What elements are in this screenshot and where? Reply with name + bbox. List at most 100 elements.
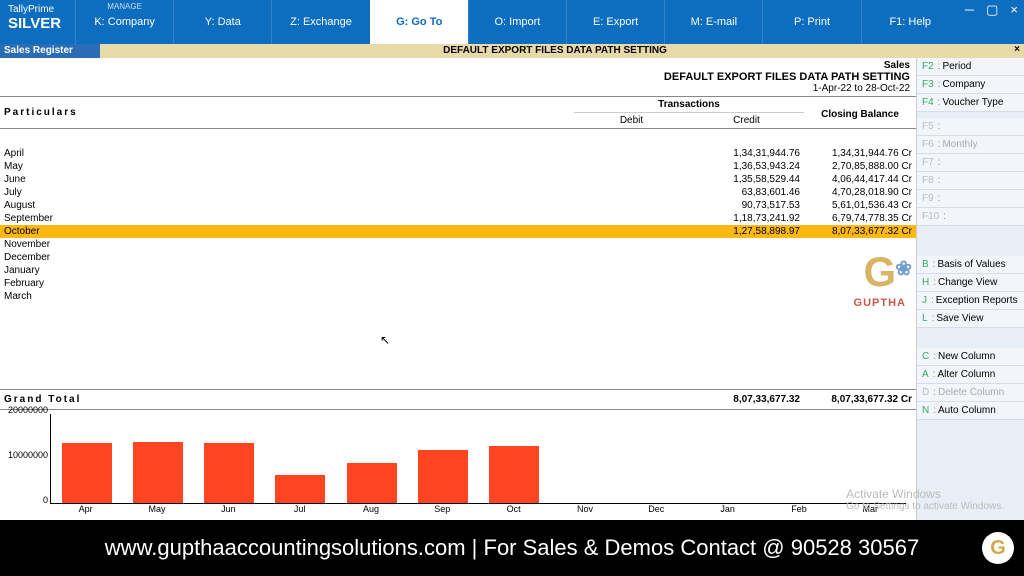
balance-cell: 1,34,31,944.76 Cr (804, 148, 916, 159)
sidebar-label: Voucher Type (942, 97, 1003, 108)
sidebar-label: Alter Column (937, 369, 995, 380)
sidebar-label: Company (942, 79, 985, 90)
chart-xlabels: AprMayJunJulAugSepOctNovDecJanFebMar (50, 504, 906, 514)
credit-cell: 63,83,601.46 (689, 187, 804, 198)
spacer: ↖ (0, 303, 916, 389)
month-cell: January (0, 265, 689, 276)
sidebar-label: Exception Reports (936, 295, 1018, 306)
menu-import[interactable]: O: Import (468, 0, 566, 44)
close-report-icon[interactable]: × (1010, 44, 1024, 58)
credit-cell: 1,34,31,944.76 (689, 148, 804, 159)
sidebar-button[interactable]: F4:Voucher Type (917, 94, 1024, 112)
sidebar-button: F6:Monthly (917, 136, 1024, 154)
table-row[interactable]: May1,36,53,943.242,70,85,888.00 Cr (0, 160, 916, 173)
sidebar-label: Delete Column (938, 387, 1004, 398)
menu-goto[interactable]: G: Go To (370, 0, 468, 44)
sidebar-button[interactable]: B:Basis of Values (917, 256, 1024, 274)
x-tick: Feb (763, 504, 834, 514)
menu-help[interactable]: F1: Help (861, 0, 959, 44)
sub-header: Sales Register DEFAULT EXPORT FILES DATA… (0, 44, 1024, 58)
sidebar-button[interactable]: N:Auto Column (917, 402, 1024, 420)
bar (204, 443, 254, 503)
bar (133, 442, 183, 503)
sidebar-button[interactable]: H:Change View (917, 274, 1024, 292)
credit-cell: 1,35,58,529.44 (689, 174, 804, 185)
grand-total-row: Grand Total 8,07,33,677.32 8,07,33,677.3… (0, 389, 916, 410)
month-cell: September (0, 213, 689, 224)
table-row[interactable]: August90,73,517.535,61,01,536.43 Cr (0, 199, 916, 212)
column-headers: Particulars Transactions Debit Credit Cl… (0, 96, 916, 129)
table-row[interactable]: January (0, 264, 916, 277)
bar-wrap (122, 414, 193, 503)
sidebar-button[interactable]: F3:Company (917, 76, 1024, 94)
table-row[interactable]: February (0, 277, 916, 290)
report-period: 1-Apr-22 to 28-Oct-22 (6, 83, 910, 94)
table-row[interactable]: July63,83,601.464,70,28,018.90 Cr (0, 186, 916, 199)
bar-wrap (692, 414, 763, 503)
table-row[interactable]: October1,27,58,898.978,07,33,677.32 Cr (0, 225, 916, 238)
minimize-icon[interactable]: ─ (965, 2, 974, 17)
sidebar-key: F9 (922, 193, 934, 204)
sidebar-key: F2 (922, 61, 934, 72)
report-name: Sales Register (0, 44, 100, 58)
header-transactions: Transactions (574, 97, 804, 112)
close-icon[interactable]: × (1010, 2, 1018, 17)
sidebar-key: F7 (922, 157, 934, 168)
watermark-logo: G❀ GUPTHA (854, 248, 906, 309)
sidebar-button[interactable]: L:Save View (917, 310, 1024, 328)
x-tick: Aug (335, 504, 406, 514)
monthly-chart: 01000000020000000 AprMayJunJulAugSepOctN… (0, 410, 916, 520)
sidebar-key: F5 (922, 121, 934, 132)
window-controls: ─ ▢ × (959, 0, 1024, 44)
x-tick: May (121, 504, 192, 514)
balance-cell: 6,79,74,778.35 Cr (804, 213, 916, 224)
voucher-type-title: Sales (6, 60, 910, 71)
sidebar-button[interactable]: J:Exception Reports (917, 292, 1024, 310)
table-row[interactable]: April1,34,31,944.761,34,31,944.76 Cr (0, 147, 916, 160)
x-tick: Jan (692, 504, 763, 514)
menu-exchange[interactable]: Z: Exchange (271, 0, 369, 44)
sidebar-label: Save View (936, 313, 983, 324)
menu-data[interactable]: Y: Data (173, 0, 271, 44)
maximize-icon[interactable]: ▢ (986, 2, 998, 18)
sidebar-key: L (922, 313, 928, 324)
chart-plot (50, 414, 906, 504)
x-tick: Nov (549, 504, 620, 514)
x-tick: Jun (193, 504, 264, 514)
table-row[interactable]: November (0, 238, 916, 251)
footer-text: www.gupthaaccountingsolutions.com | For … (105, 535, 919, 561)
sidebar-button[interactable]: F2:Period (917, 58, 1024, 76)
menu-print[interactable]: P: Print (762, 0, 860, 44)
table-row[interactable]: June1,35,58,529.444,06,44,417.44 Cr (0, 173, 916, 186)
bar-wrap (550, 414, 621, 503)
sidebar-key: F4 (922, 97, 934, 108)
table-row[interactable]: December (0, 251, 916, 264)
credit-cell: 1,18,73,241.92 (689, 213, 804, 224)
bar-wrap (621, 414, 692, 503)
balance-cell: 8,07,33,677.32 Cr (804, 226, 916, 237)
balance-cell: 2,70,85,888.00 Cr (804, 161, 916, 172)
month-rows: April1,34,31,944.761,34,31,944.76 CrMay1… (0, 147, 916, 303)
company-name: DEFAULT EXPORT FILES DATA PATH SETTING (6, 71, 910, 83)
sidebar-key: F3 (922, 79, 934, 90)
balance-cell: 5,61,01,536.43 Cr (804, 200, 916, 211)
month-cell: August (0, 200, 689, 211)
menu-export[interactable]: E: Export (566, 0, 664, 44)
company-path: DEFAULT EXPORT FILES DATA PATH SETTING (100, 44, 1010, 58)
x-tick: Dec (621, 504, 692, 514)
y-tick: 20000000 (8, 405, 48, 415)
sidebar-button[interactable]: C:New Column (917, 348, 1024, 366)
menu-email[interactable]: M: E-mail (664, 0, 762, 44)
table-row[interactable]: September1,18,73,241.926,79,74,778.35 Cr (0, 212, 916, 225)
table-row[interactable]: March (0, 290, 916, 303)
sidebar-key: F10 (922, 211, 939, 222)
x-tick: Oct (478, 504, 549, 514)
report-header: Sales DEFAULT EXPORT FILES DATA PATH SET… (0, 58, 916, 96)
footer-banner: www.gupthaaccountingsolutions.com | For … (0, 520, 1024, 576)
month-cell: October (0, 226, 689, 237)
sidebar-key: J (922, 295, 927, 306)
month-cell: November (0, 239, 689, 250)
header-debit: Debit (574, 113, 689, 128)
sidebar-button[interactable]: A:Alter Column (917, 366, 1024, 384)
menu-company[interactable]: MANAGEK: Company (75, 0, 173, 44)
